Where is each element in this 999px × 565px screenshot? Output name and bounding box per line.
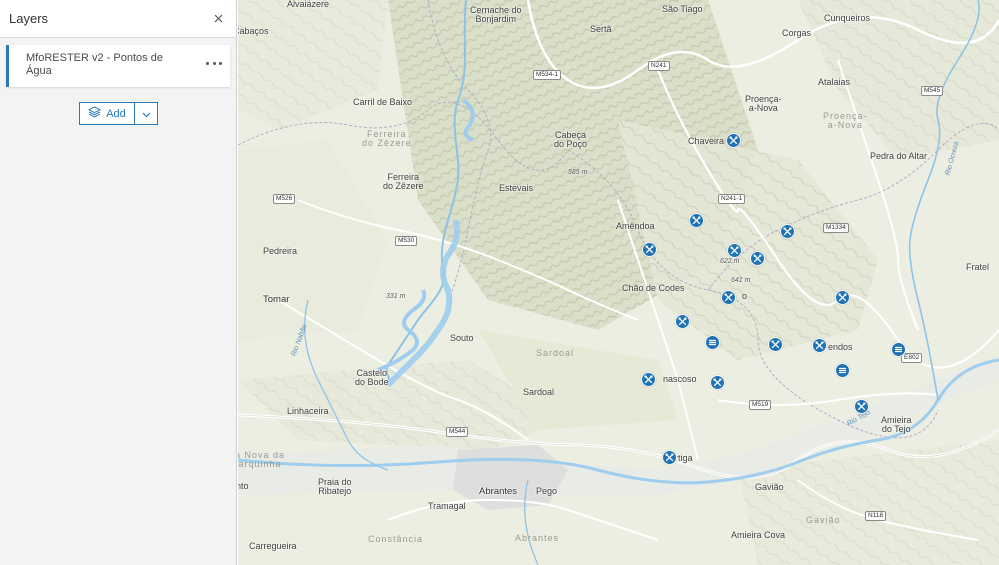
map-place-label: Tomar [263,294,290,305]
map-place-label: Pedreira [263,246,298,256]
map-place-label: o [742,291,748,301]
water-point-marker[interactable] [768,337,783,352]
water-point-marker[interactable] [710,375,725,390]
road-shield: M519 [749,400,772,410]
add-dropdown-button[interactable] [135,102,158,125]
map-place-label: Souto [450,333,474,343]
map-place-label: Linhaceira [287,406,329,416]
water-point-marker[interactable] [750,251,765,266]
map-place-label: Abrantes [479,486,518,497]
water-point-marker[interactable] [835,290,850,305]
map-place-label: Pedra do Altar [870,151,928,161]
water-point-marker[interactable] [689,213,704,228]
map-place-label: Amêndoa [616,221,655,231]
map-place-label: Sardoal [523,387,555,397]
map-place-label: Corgas [782,28,812,38]
water-point-marker[interactable] [641,372,656,387]
map-place-label: Gavião [806,515,841,525]
water-point-marker[interactable] [812,338,827,353]
chevron-down-icon [142,105,151,123]
map-place-label: Cabeça do Poço [554,130,588,149]
map-place-label: Amieira Cova [731,530,786,540]
map-place-label: Ferreira do Zêzere [383,172,424,191]
road-shield: M544 [446,427,469,437]
layers-add-icon [88,105,102,123]
road-shield: M534-1 [533,70,562,80]
map-place-label: a Nova da arquinha [238,450,286,469]
map-place-label: Abrantes [515,533,560,543]
map-place-label: rtiga [675,453,693,463]
road-shield: M1334 [823,223,849,233]
map-place-label: 331 m [386,293,406,300]
road-shield: M530 [395,236,418,246]
water-tank-marker[interactable] [891,342,906,357]
map-place-label: Sardoal [536,348,575,358]
water-point-marker[interactable] [726,133,741,148]
water-point-marker[interactable] [721,290,736,305]
road-shield: N241 [648,61,670,71]
map-place-label: Proença-a-Nova [745,94,782,113]
map-place-label: São Tiago [662,4,703,14]
map-place-label: Fratel [966,262,990,272]
water-point-marker[interactable] [662,450,677,465]
map-place-label: endos [828,342,853,352]
map-basemap [238,0,999,565]
map-place-label: 641 m [731,277,751,284]
map-place-label: 622 m [720,258,740,265]
water-point-marker[interactable] [727,243,742,258]
map-place-label: Chão de Codes [622,283,685,293]
add-layer-group: Add [79,102,158,125]
layer-title: MfoRESTER v2 - Pontos de Água [26,52,163,77]
road-shield: N241-1 [718,194,746,204]
map-place-label: Proença-a-Nova [823,111,868,130]
map-place-label: Pego [536,486,558,496]
water-point-marker[interactable] [854,399,869,414]
panel-title: Layers [9,11,49,26]
map-place-label: nto [238,481,249,491]
road-shield: M526 [273,194,296,204]
water-tank-marker[interactable] [705,335,720,350]
road-shield: E802 [901,353,923,363]
map-place-label: Gavião [755,482,784,492]
map-place-label: Carril de Baixo [353,97,413,107]
road-shield: N118 [865,511,887,521]
map-place-label: Castelo do Bode [355,368,389,387]
road-shield: M545 [921,86,944,96]
water-point-marker[interactable] [642,242,657,257]
map-place-label: Chaveira [688,136,725,146]
map-place-label: Tramagal [428,501,466,511]
add-label: Add [106,107,126,120]
map-place-label: Estevais [499,183,534,193]
water-point-marker[interactable] [780,224,795,239]
map-place-label: Ferreira do Zêzere [362,129,412,148]
ellipsis-icon[interactable] [206,58,222,68]
map-place-label: Cunqueiros [824,13,871,23]
map-place-label: Praia do Ribatejo [318,477,352,496]
map-place-label: nascoso [663,374,697,384]
map-view[interactable]: Alvaiázere Cernache do Bonjardim São Tiago C… [238,0,999,565]
map-place-label: Alvaiázere [287,0,330,9]
water-point-marker[interactable] [675,314,690,329]
map-place-label: Atalaias [818,77,851,87]
map-place-label: Sertã [590,24,612,34]
map-place-label: Carregueira [249,541,297,551]
map-place-label: Cabaços [238,26,269,36]
map-place-label: Cernache do Bonjardim [470,5,522,24]
close-icon[interactable] [210,11,226,27]
map-place-label: Constância [368,534,424,544]
layer-item[interactable]: MfoRESTER v2 - Pontos de Água [6,45,230,87]
map-place-label: Amieira do Tejo [881,415,912,434]
panel-header: Layers [0,0,236,38]
water-tank-marker[interactable] [835,363,850,378]
layers-panel: Layers MfoRESTER v2 - Pontos de Água Add [0,0,237,565]
add-layer-button[interactable]: Add [79,102,135,125]
map-place-label: 585 m [568,169,588,176]
